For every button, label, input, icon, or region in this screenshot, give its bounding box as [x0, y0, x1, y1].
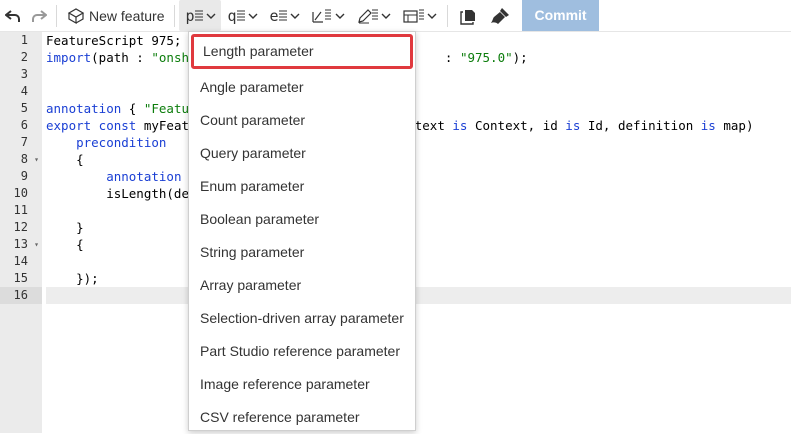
- chevron-down-icon: [290, 13, 299, 19]
- undo-icon: [5, 9, 20, 22]
- line-number-active: 16: [0, 287, 42, 304]
- toolbar-divider: [174, 4, 176, 27]
- insert-sketch-button[interactable]: [305, 0, 351, 31]
- query-icon: q: [227, 7, 257, 25]
- line-number: 3: [20, 67, 28, 81]
- menu-item-count-parameter[interactable]: Count parameter: [189, 104, 415, 137]
- line-number: 9: [20, 169, 28, 183]
- parameter-icon: p: [185, 7, 215, 25]
- chevron-down-icon: [248, 13, 257, 19]
- chevron-down-icon: [335, 13, 345, 19]
- line-number-foldable[interactable]: 8 ▾: [0, 151, 42, 168]
- code-line: FeatureScript 975;: [46, 33, 182, 48]
- line-number: 2: [20, 50, 28, 64]
- redo-button[interactable]: [26, 0, 52, 31]
- fold-arrow-icon[interactable]: ▾: [34, 151, 39, 168]
- line-number: 6: [20, 118, 28, 132]
- menu-item-csv-reference-parameter[interactable]: CSV reference parameter: [189, 401, 415, 434]
- menu-item-query-parameter[interactable]: Query parameter: [189, 137, 415, 170]
- code-line: {: [46, 237, 84, 252]
- insert-query-button[interactable]: q: [221, 0, 263, 31]
- chevron-down-icon: [206, 13, 215, 19]
- menu-item-enum-parameter[interactable]: Enum parameter: [189, 170, 415, 203]
- export-button[interactable]: [452, 0, 484, 31]
- code-line: {: [46, 152, 84, 167]
- code-line: annotation: [106, 169, 182, 184]
- insert-parameter-button[interactable]: p: [179, 0, 222, 31]
- export-icon: [460, 9, 476, 25]
- code-line: annotation { "Featu }: [46, 101, 392, 116]
- line-number: 5: [20, 101, 28, 115]
- menu-item-selection-driven-array-parameter[interactable]: Selection-driven array parameter: [189, 302, 415, 335]
- insert-evaluate-button[interactable]: e: [263, 0, 305, 31]
- code-line-active[interactable]: [46, 287, 791, 304]
- code-line: export const myFeat context is Context, …: [46, 118, 754, 133]
- line-number: 1: [20, 33, 28, 47]
- toolbar: New feature p q e Commit: [0, 0, 791, 32]
- fold-arrow-icon[interactable]: ▾: [34, 236, 39, 253]
- code-area[interactable]: FeatureScript 975; import(path : "onsh :…: [46, 32, 791, 304]
- menu-item-boolean-parameter[interactable]: Boolean parameter: [189, 203, 415, 236]
- redo-icon: [32, 9, 47, 22]
- line-number: 12: [13, 220, 28, 234]
- code-line: import(path : "onsh : "975.0");: [46, 50, 528, 65]
- code-line: });: [46, 271, 99, 286]
- new-feature-button[interactable]: New feature: [61, 0, 170, 31]
- chevron-down-icon: [427, 13, 437, 19]
- insert-feature-button[interactable]: [351, 0, 397, 31]
- line-number-gutter: 1 2 3 4 5 6 7 8 ▾ 9 10 11 12 13 ▾ 14 15 16: [0, 32, 42, 433]
- menu-item-image-reference-parameter[interactable]: Image reference parameter: [189, 368, 415, 401]
- sketch-icon: [311, 8, 345, 24]
- code-line: isLength(de NDS);: [106, 186, 415, 201]
- code-line: }: [46, 220, 84, 235]
- undo-button[interactable]: [0, 0, 26, 31]
- cube-icon: [67, 7, 85, 24]
- line-number-foldable[interactable]: 13 ▾: [0, 236, 42, 253]
- line-number: 14: [13, 254, 28, 268]
- insert-table-button[interactable]: [397, 0, 443, 31]
- line-number: 15: [13, 271, 28, 285]
- format-button[interactable]: [484, 0, 516, 31]
- menu-item-array-parameter[interactable]: Array parameter: [189, 269, 415, 302]
- menu-item-part-studio-reference-parameter[interactable]: Part Studio reference parameter: [189, 335, 415, 368]
- menu-item-angle-parameter[interactable]: Angle parameter: [189, 71, 415, 104]
- table-icon: [403, 8, 437, 24]
- new-feature-label: New feature: [89, 7, 165, 24]
- line-number: 4: [20, 84, 28, 98]
- line-number: 10: [13, 186, 28, 200]
- parameter-dropdown-menu: Length parameter Angle parameter Count p…: [188, 31, 416, 431]
- commit-button[interactable]: Commit: [522, 0, 599, 31]
- toolbar-divider: [56, 4, 57, 27]
- line-number: 11: [13, 203, 28, 217]
- chevron-down-icon: [381, 13, 391, 19]
- pencil-icon: [357, 8, 391, 24]
- line-number: 7: [20, 135, 28, 149]
- menu-item-string-parameter[interactable]: String parameter: [189, 236, 415, 269]
- evaluate-icon: e: [269, 7, 299, 25]
- code-line: precondition: [76, 135, 167, 150]
- toolbar-divider: [447, 4, 449, 27]
- brush-icon: [491, 7, 510, 24]
- menu-item-length-parameter[interactable]: Length parameter: [191, 34, 413, 69]
